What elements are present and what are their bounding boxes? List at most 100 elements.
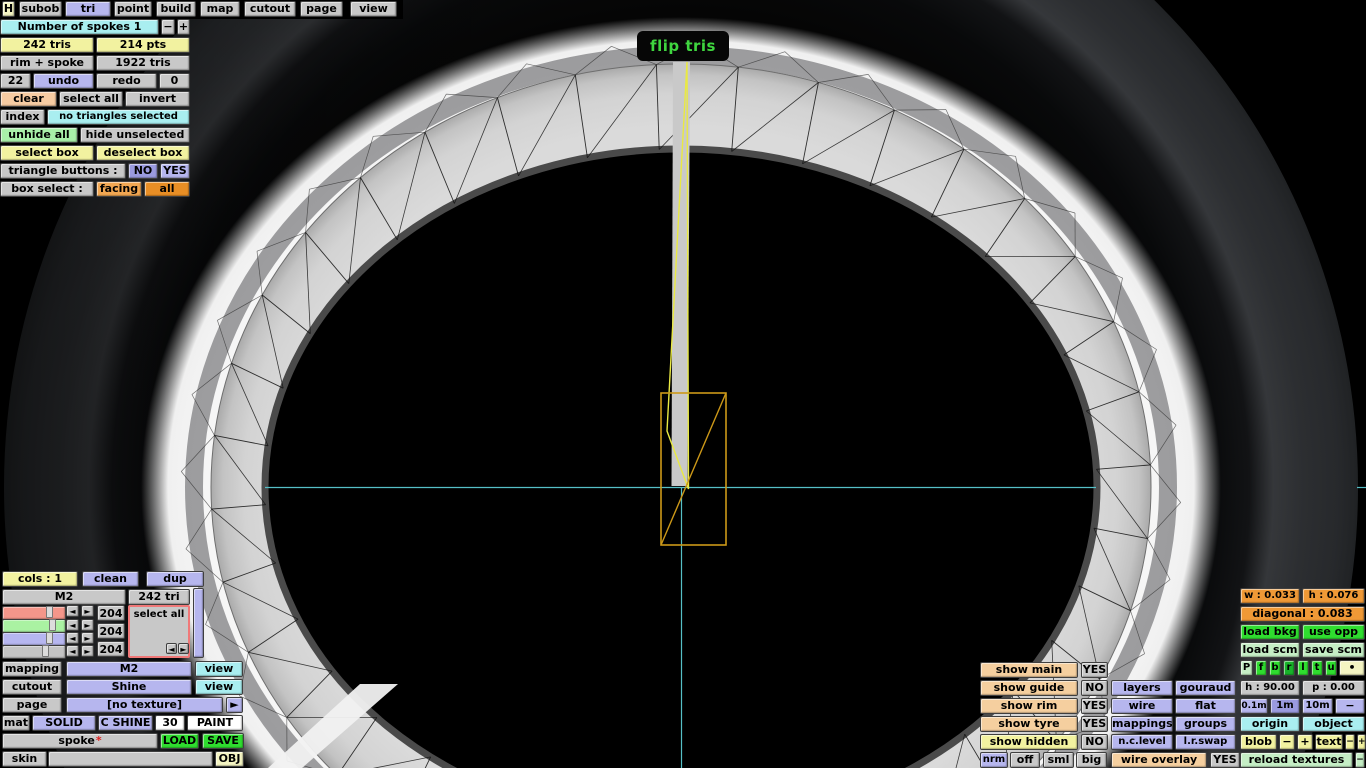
tab-point[interactable]: point bbox=[114, 1, 152, 17]
view-left-button[interactable]: l bbox=[1297, 660, 1309, 676]
object-button[interactable]: object bbox=[1302, 716, 1365, 732]
show-tyre-toggle[interactable]: YES bbox=[1081, 716, 1108, 732]
mappings-button[interactable]: mappings bbox=[1111, 716, 1173, 732]
nrm-off-button[interactable]: off bbox=[1010, 752, 1040, 768]
slider-handle[interactable] bbox=[46, 606, 53, 618]
save-button[interactable]: SAVE bbox=[202, 733, 244, 749]
cutout-view-button[interactable]: view bbox=[195, 679, 243, 695]
color-slider-gray[interactable] bbox=[2, 645, 66, 659]
blue-step-left-button[interactable]: ◄ bbox=[66, 632, 79, 644]
blob-plus-button[interactable]: + bbox=[1297, 734, 1313, 750]
nc-level-button[interactable]: n.c.level bbox=[1111, 734, 1173, 750]
nrm-button[interactable]: nrm bbox=[980, 752, 1008, 768]
clear-selection-button[interactable]: clear bbox=[0, 91, 57, 107]
redo-button[interactable]: redo bbox=[96, 73, 157, 89]
page-texture-value[interactable]: [no texture] bbox=[66, 697, 223, 713]
text-minus-button[interactable]: − bbox=[1345, 734, 1355, 750]
view-right-button[interactable]: r bbox=[1283, 660, 1295, 676]
cutout-value[interactable]: Shine bbox=[66, 679, 192, 695]
triangle-buttons-no[interactable]: NO bbox=[128, 163, 158, 179]
tab-build[interactable]: build bbox=[156, 1, 196, 17]
gouraud-button[interactable]: gouraud bbox=[1175, 680, 1236, 696]
load-button[interactable]: LOAD bbox=[160, 733, 199, 749]
green-step-left-button[interactable]: ◄ bbox=[66, 619, 79, 631]
material-scrollbar[interactable] bbox=[193, 588, 204, 658]
page-next-button[interactable]: ► bbox=[226, 697, 243, 713]
slider-handle[interactable] bbox=[42, 645, 49, 657]
load-scm-button[interactable]: load scm bbox=[1240, 642, 1300, 658]
unhide-all-button[interactable]: unhide all bbox=[0, 127, 78, 143]
page-label[interactable]: page bbox=[2, 697, 62, 713]
cutout-label[interactable]: cutout bbox=[2, 679, 62, 695]
red-step-right-button[interactable]: ► bbox=[81, 605, 94, 617]
spokes-increment-button[interactable]: + bbox=[177, 19, 190, 35]
clean-button[interactable]: clean bbox=[82, 571, 139, 587]
blob-minus-button[interactable]: − bbox=[1279, 734, 1295, 750]
red-value[interactable]: 204 bbox=[97, 605, 125, 621]
view-front-button[interactable]: f bbox=[1255, 660, 1267, 676]
spoke-file-button[interactable]: spoke* bbox=[2, 733, 158, 749]
use-opp-button[interactable]: use opp bbox=[1302, 624, 1365, 640]
undo-button[interactable]: undo bbox=[33, 73, 94, 89]
skin-label[interactable]: skin bbox=[2, 751, 47, 767]
mapping-value[interactable]: M2 bbox=[66, 661, 192, 677]
rim-spoke-button[interactable]: rim + spoke bbox=[0, 55, 94, 71]
wire-button[interactable]: wire bbox=[1111, 698, 1173, 714]
select-all-color-box[interactable]: select all ◄ ► bbox=[128, 605, 190, 658]
green-step-right-button[interactable]: ► bbox=[81, 619, 94, 631]
show-guide-toggle[interactable]: NO bbox=[1081, 680, 1108, 696]
deselect-box-button[interactable]: deselect box bbox=[96, 145, 190, 161]
view-back-button[interactable]: b bbox=[1269, 660, 1281, 676]
color-slider-green[interactable] bbox=[2, 619, 66, 633]
reload-textures-button[interactable]: reload textures bbox=[1240, 752, 1353, 768]
layers-button[interactable]: layers bbox=[1111, 680, 1173, 696]
cols-count-button[interactable]: cols : 1 bbox=[2, 571, 78, 587]
hide-unselected-button[interactable]: hide unselected bbox=[80, 127, 190, 143]
green-value[interactable]: 204 bbox=[97, 623, 125, 639]
view-under-button[interactable]: u bbox=[1325, 660, 1337, 676]
tab-h[interactable]: H bbox=[2, 1, 15, 17]
lr-swap-button[interactable]: l.r.swap bbox=[1175, 734, 1236, 750]
mat-solid-button[interactable]: SOLID bbox=[32, 715, 96, 731]
save-scm-button[interactable]: save scm bbox=[1302, 642, 1365, 658]
red-step-left-button[interactable]: ◄ bbox=[66, 605, 79, 617]
nrm-big-button[interactable]: big bbox=[1076, 752, 1107, 768]
select-box-button[interactable]: select box bbox=[0, 145, 94, 161]
slider-handle[interactable] bbox=[49, 619, 56, 631]
grid-10m-button[interactable]: 10m bbox=[1302, 698, 1333, 714]
mapping-label[interactable]: mapping bbox=[2, 661, 62, 677]
blue-value[interactable]: 204 bbox=[97, 641, 125, 657]
groups-button[interactable]: groups bbox=[1175, 716, 1236, 732]
view-p-button[interactable]: P bbox=[1240, 660, 1253, 676]
tab-view[interactable]: view bbox=[350, 1, 397, 17]
color-slider-blue[interactable] bbox=[2, 632, 66, 646]
spokes-decrement-button[interactable]: − bbox=[161, 19, 175, 35]
grid-1m-button[interactable]: 1m bbox=[1270, 698, 1300, 714]
mat-cshine-button[interactable]: C SHINE bbox=[98, 715, 153, 731]
gray-step-right-button[interactable]: ► bbox=[81, 645, 94, 657]
slider-handle[interactable] bbox=[46, 632, 53, 644]
color-next-button[interactable]: ► bbox=[178, 643, 189, 654]
mat-paint-button[interactable]: PAINT bbox=[187, 715, 243, 731]
blob-button[interactable]: blob bbox=[1240, 734, 1277, 750]
dup-button[interactable]: dup bbox=[146, 571, 204, 587]
text-button[interactable]: text bbox=[1315, 734, 1343, 750]
reload-minus-button[interactable]: − bbox=[1355, 752, 1365, 768]
mapping-view-button[interactable]: view bbox=[195, 661, 243, 677]
flat-button[interactable]: flat bbox=[1175, 698, 1236, 714]
view-top-button[interactable]: t bbox=[1311, 660, 1323, 676]
tab-tri-active[interactable]: tri bbox=[65, 1, 111, 17]
mat-shine-value[interactable]: 30 bbox=[155, 715, 185, 731]
grid-minus-button[interactable]: − bbox=[1335, 698, 1365, 714]
triangle-buttons-yes[interactable]: YES bbox=[160, 163, 190, 179]
show-rim-toggle[interactable]: YES bbox=[1081, 698, 1108, 714]
tab-map[interactable]: map bbox=[200, 1, 240, 17]
show-hidden-toggle[interactable]: NO bbox=[1081, 734, 1108, 750]
show-main-toggle[interactable]: YES bbox=[1081, 662, 1108, 678]
view-dot-button[interactable]: • bbox=[1339, 660, 1365, 676]
color-prev-button[interactable]: ◄ bbox=[166, 643, 177, 654]
nrm-sml-button[interactable]: sml bbox=[1043, 752, 1074, 768]
text-plus-button[interactable]: + bbox=[1357, 734, 1366, 750]
origin-button[interactable]: origin bbox=[1240, 716, 1300, 732]
load-bkg-button[interactable]: load bkg bbox=[1240, 624, 1300, 640]
